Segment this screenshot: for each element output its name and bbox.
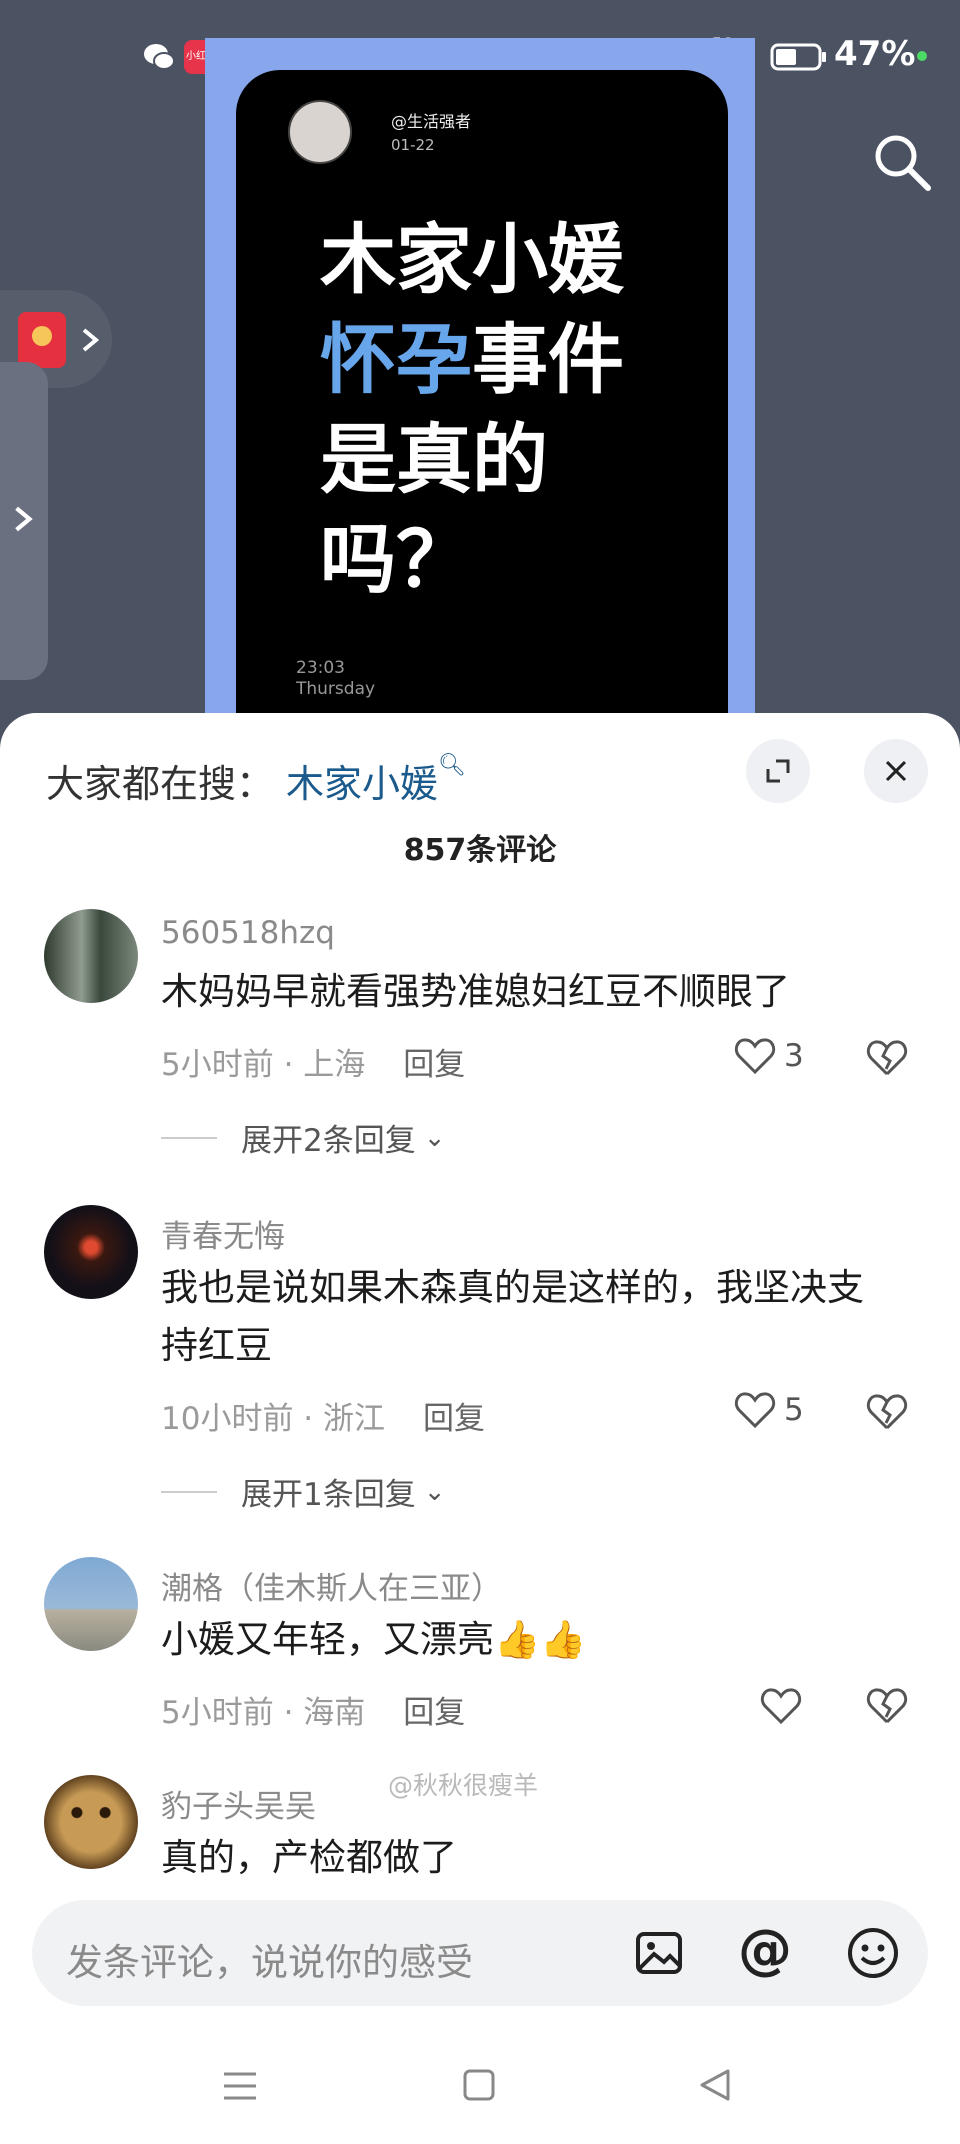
red-packet-icon: [18, 312, 66, 368]
avatar[interactable]: [44, 1775, 138, 1869]
video-title-line2: 怀孕事件: [320, 322, 624, 398]
comment-meta: 10小时前 · 浙江 回复: [161, 1393, 485, 1438]
privacy-dot-icon: [917, 51, 927, 61]
at-icon[interactable]: @: [738, 1918, 792, 1981]
expand-replies-label: 展开1条回复: [241, 1477, 416, 1513]
expand-replies-label: 展开2条回复: [241, 1123, 416, 1159]
reply-button[interactable]: 回复: [403, 1695, 465, 1731]
watermark: @秋秋很瘦羊: [388, 1771, 539, 1800]
heart-icon: [734, 1038, 776, 1075]
heart-icon[interactable]: [760, 1687, 802, 1725]
like-count: 3: [784, 1038, 804, 1074]
clock-time: 23:03: [296, 658, 345, 678]
comment-input[interactable]: 发条评论，说说你的感受 @: [32, 1900, 928, 2006]
search-icon[interactable]: [870, 130, 934, 194]
video-frame[interactable]: @生活强者 01-22 木家小媛 怀孕事件 是真的 吗？ 23:03 Thurs…: [236, 70, 728, 730]
broken-heart-icon[interactable]: [866, 1393, 908, 1431]
comment-text: 小媛又年轻，又漂亮👍👍: [161, 1618, 587, 1661]
side-drawer-handle[interactable]: [0, 362, 48, 680]
wechat-icon: [144, 44, 175, 70]
comment-count: 857条评论: [403, 833, 557, 868]
comment-time-location: 10小时前 · 浙江: [161, 1401, 386, 1437]
avatar[interactable]: [44, 1557, 138, 1651]
like-count: 5: [784, 1392, 804, 1428]
trending-search-term[interactable]: 木家小媛🔍︎: [286, 753, 466, 808]
avatar[interactable]: [44, 909, 138, 1003]
close-button[interactable]: [864, 739, 928, 803]
like-button[interactable]: 3: [734, 1037, 804, 1075]
video-title-line1: 木家小媛: [320, 215, 624, 304]
expand-button[interactable]: [746, 739, 810, 803]
battery-percent: 47%: [834, 34, 916, 74]
chevron-right-icon: [82, 328, 100, 352]
image-icon[interactable]: [634, 1928, 684, 1978]
comment-time-location: 5小时前 · 上海: [161, 1047, 366, 1083]
comment-username[interactable]: 豹子头吴吴: [161, 1781, 316, 1826]
clock-day: Thursday: [296, 679, 376, 700]
search-term-text: 木家小媛: [286, 762, 439, 806]
title-rest: 事件: [472, 315, 624, 404]
reply-button[interactable]: 回复: [423, 1401, 485, 1437]
heart-icon: [734, 1392, 776, 1429]
expand-replies[interactable]: 展开1条回复 ⌄: [161, 1469, 446, 1514]
close-icon: [885, 760, 907, 782]
comment-username[interactable]: 潮格（佳木斯人在三亚）: [161, 1563, 502, 1608]
comment-time-location: 5小时前 · 海南: [161, 1695, 366, 1731]
like-button[interactable]: 5: [734, 1391, 804, 1429]
comment-text: 我也是说如果木森真的是这样的，我坚决支持红豆: [161, 1266, 864, 1367]
chevron-right-icon: [15, 506, 33, 532]
chevron-down-icon: ⌄: [423, 1476, 446, 1507]
comment-meta: 5小时前 · 海南 回复: [161, 1687, 465, 1732]
system-nav-bar: [0, 2040, 960, 2144]
comment-meta: 5小时前 · 上海 回复: [161, 1039, 465, 1084]
fullscreen-icon: [766, 759, 790, 783]
creator-handle: @生活强者: [391, 112, 472, 131]
creator-avatar: [288, 100, 352, 164]
title-highlight: 怀孕: [320, 315, 472, 404]
small-search-icon: 🔍︎: [438, 753, 466, 778]
broken-heart-icon[interactable]: [866, 1039, 908, 1077]
reply-button[interactable]: 回复: [403, 1047, 465, 1083]
battery-icon: [770, 43, 826, 71]
video-title-line3: 是真的: [320, 415, 548, 504]
comment-username[interactable]: 560518hzq: [161, 915, 335, 951]
menu-icon[interactable]: [222, 2070, 258, 2102]
comment-text: 真的，产检都做了: [161, 1836, 457, 1879]
comment-input-placeholder: 发条评论，说说你的感受: [66, 1941, 473, 1984]
chevron-down-icon: ⌄: [423, 1122, 446, 1153]
post-date: 01-22: [391, 136, 435, 154]
broken-heart-icon[interactable]: [866, 1687, 908, 1725]
video-clock: 23:03 Thursday: [296, 658, 375, 701]
back-icon[interactable]: [698, 2068, 732, 2102]
trending-search-label: 大家都在搜：: [46, 762, 275, 806]
home-icon[interactable]: [462, 2068, 496, 2102]
avatar[interactable]: [44, 1205, 138, 1299]
video-title-line4: 吗？: [320, 515, 472, 604]
comment-username[interactable]: 青春无悔: [161, 1211, 285, 1256]
expand-replies[interactable]: 展开2条回复 ⌄: [161, 1115, 446, 1160]
emoji-icon[interactable]: [846, 1926, 900, 1980]
comment-text: 木妈妈早就看强势准媳妇红豆不顺眼了: [161, 970, 790, 1013]
